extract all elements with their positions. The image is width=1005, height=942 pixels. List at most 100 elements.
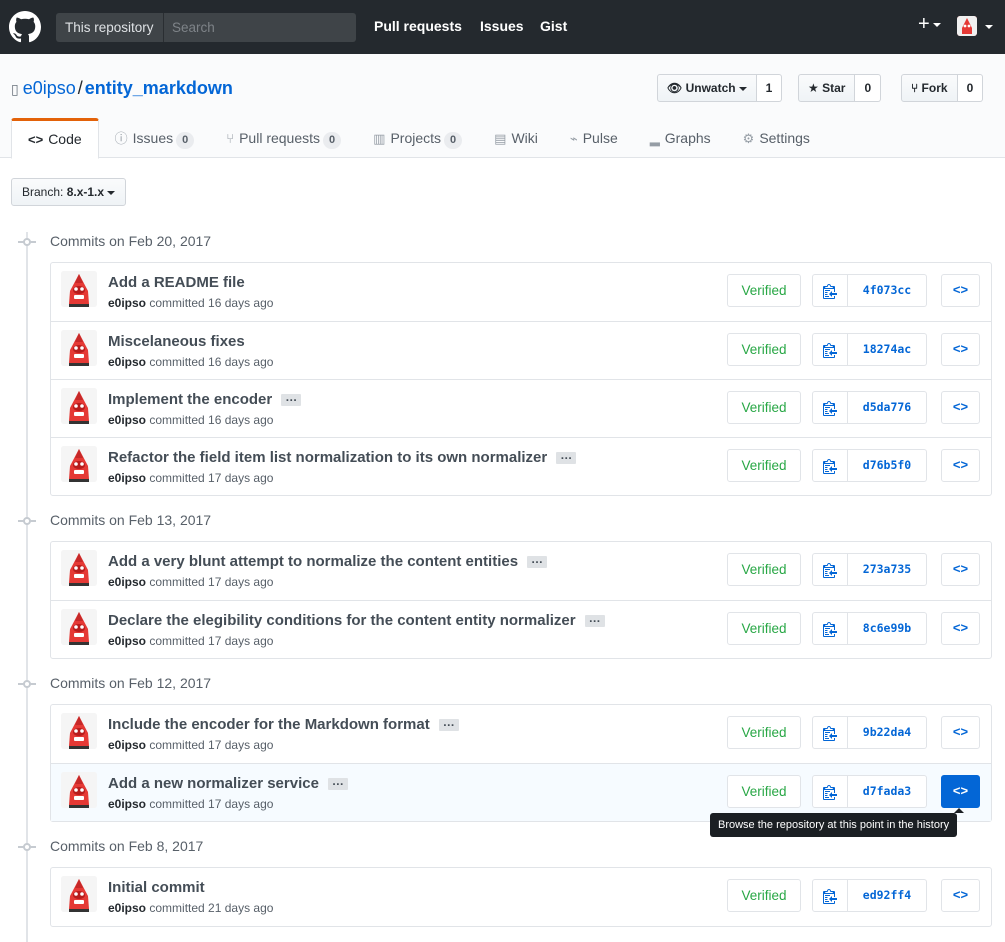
- expand-message-button[interactable]: …: [438, 716, 459, 732]
- tab-wiki[interactable]: ▤ Wiki: [478, 118, 554, 159]
- author-avatar[interactable]: [61, 271, 97, 307]
- commit-title-link[interactable]: Declare the elegibility conditions for t…: [108, 612, 576, 629]
- verified-badge[interactable]: Verified: [727, 553, 801, 586]
- star-button[interactable]: ★ Star: [798, 74, 856, 102]
- commit-author-link[interactable]: e0ipso: [108, 738, 146, 752]
- commit-title-link[interactable]: Implement the encoder: [108, 391, 272, 408]
- fork-button[interactable]: ⑂ Fork: [901, 74, 958, 102]
- commit-author-link[interactable]: e0ipso: [108, 296, 146, 310]
- commit-sha-link[interactable]: 273a735: [848, 553, 927, 586]
- tab-settings[interactable]: ⚙ Settings: [727, 118, 826, 159]
- sha-group: d76b5f0: [812, 449, 927, 482]
- branch-select-button[interactable]: Branch: 8.x-1.x: [11, 178, 127, 206]
- copy-sha-button[interactable]: [812, 333, 848, 366]
- commit-row: Initial commit e0ipso committed 21 days a…: [51, 868, 991, 926]
- tab-projects[interactable]: ▥ Projects 0: [357, 118, 478, 159]
- commit-sha-link[interactable]: d5da776: [848, 391, 927, 424]
- user-avatar[interactable]: [957, 16, 977, 36]
- commit-sha-link[interactable]: d76b5f0: [848, 449, 927, 482]
- commit-author-link[interactable]: e0ipso: [108, 471, 146, 485]
- expand-message-button[interactable]: …: [556, 449, 577, 465]
- copy-sha-button[interactable]: [812, 716, 848, 749]
- commit-title-link[interactable]: Miscelaneous fixes: [108, 333, 245, 350]
- expand-message-button[interactable]: …: [584, 612, 605, 628]
- commit-sha-link[interactable]: 18274ac: [848, 333, 927, 366]
- expand-message-button[interactable]: …: [281, 391, 302, 407]
- author-avatar[interactable]: [61, 772, 97, 808]
- tab-graphs[interactable]: ▂ Graphs: [634, 118, 727, 159]
- create-new-dropdown[interactable]: +: [918, 13, 941, 36]
- commit-author-link[interactable]: e0ipso: [108, 413, 146, 427]
- browse-code-button[interactable]: <>: [941, 553, 980, 586]
- repo-name-link[interactable]: entity_markdown: [85, 78, 233, 98]
- commit-sha-link[interactable]: 9b22da4: [848, 716, 927, 749]
- fork-count[interactable]: 0: [957, 74, 984, 102]
- commit-author-link[interactable]: e0ipso: [108, 355, 146, 369]
- commit-sha-link[interactable]: ed92ff4: [848, 879, 927, 912]
- star-count[interactable]: 0: [855, 74, 882, 102]
- commit-sha-link[interactable]: 4f073cc: [848, 274, 927, 307]
- repo-owner-link[interactable]: e0ipso: [23, 78, 76, 98]
- author-avatar[interactable]: [61, 876, 97, 912]
- copy-sha-button[interactable]: [812, 775, 848, 808]
- browse-code-button[interactable]: <>: [941, 879, 980, 912]
- verified-badge[interactable]: Verified: [727, 612, 801, 645]
- verified-badge[interactable]: Verified: [727, 449, 801, 482]
- clipboard-icon: [823, 784, 837, 800]
- verified-badge[interactable]: Verified: [727, 333, 801, 366]
- copy-sha-button[interactable]: [812, 879, 848, 912]
- copy-sha-button[interactable]: [812, 274, 848, 307]
- expand-message-button[interactable]: …: [327, 775, 348, 791]
- verified-badge[interactable]: Verified: [727, 391, 801, 424]
- chevron-down-icon: [738, 86, 747, 91]
- chevron-down-icon[interactable]: [985, 25, 993, 29]
- author-avatar[interactable]: [61, 713, 97, 749]
- verified-badge[interactable]: Verified: [727, 274, 801, 307]
- copy-sha-button[interactable]: [812, 449, 848, 482]
- browse-code-button[interactable]: <>: [941, 612, 980, 645]
- author-avatar[interactable]: [61, 330, 97, 366]
- author-avatar[interactable]: [61, 446, 97, 482]
- commit-author-link[interactable]: e0ipso: [108, 575, 146, 589]
- tab-pulse[interactable]: ⌁ Pulse: [554, 118, 634, 159]
- author-avatar[interactable]: [61, 388, 97, 424]
- commit-message: Implement the encoder …: [108, 391, 302, 408]
- commit-title-link[interactable]: Include the encoder for the Markdown for…: [108, 716, 430, 733]
- author-avatar[interactable]: [61, 609, 97, 645]
- github-logo-icon[interactable]: [9, 11, 41, 43]
- nav-issues[interactable]: Issues: [480, 18, 524, 34]
- verified-badge[interactable]: Verified: [727, 775, 801, 808]
- browse-code-button[interactable]: <>: [941, 333, 980, 366]
- commit-title-link[interactable]: Add a README file: [108, 274, 245, 291]
- watch-count[interactable]: 1: [756, 74, 783, 102]
- browse-code-button[interactable]: <>: [941, 775, 980, 808]
- browse-code-button[interactable]: <>: [941, 274, 980, 307]
- code-icon: <>: [952, 561, 969, 576]
- commit-sha-link[interactable]: 8c6e99b: [848, 612, 927, 645]
- browse-code-button[interactable]: <>: [941, 391, 980, 424]
- commit-title-link[interactable]: Add a very blunt attempt to normalize th…: [108, 553, 518, 570]
- commit-author-link[interactable]: e0ipso: [108, 797, 146, 811]
- verified-badge[interactable]: Verified: [727, 879, 801, 912]
- browse-code-button[interactable]: <>: [941, 716, 980, 749]
- copy-sha-button[interactable]: [812, 553, 848, 586]
- commit-title-link[interactable]: Initial commit: [108, 879, 205, 896]
- tab-code[interactable]: <> Code: [11, 118, 99, 159]
- copy-sha-button[interactable]: [812, 612, 848, 645]
- browse-code-button[interactable]: <>: [941, 449, 980, 482]
- commit-author-link[interactable]: e0ipso: [108, 634, 146, 648]
- copy-sha-button[interactable]: [812, 391, 848, 424]
- expand-message-button[interactable]: …: [527, 553, 548, 569]
- author-avatar[interactable]: [61, 550, 97, 586]
- tab-issues[interactable]: ⓘ Issues 0: [99, 118, 211, 159]
- nav-gist[interactable]: Gist: [540, 18, 567, 34]
- tab-pull-requests[interactable]: ⑂ Pull requests 0: [210, 118, 357, 159]
- nav-pull-requests[interactable]: Pull requests: [374, 18, 462, 34]
- commit-author-link[interactable]: e0ipso: [108, 901, 146, 915]
- verified-badge[interactable]: Verified: [727, 716, 801, 749]
- commit-title-link[interactable]: Add a new normalizer service: [108, 775, 319, 792]
- unwatch-button[interactable]: 👁︎ Unwatch: [657, 74, 757, 102]
- commit-sha-link[interactable]: d7fada3: [848, 775, 927, 808]
- search-input[interactable]: [164, 13, 356, 42]
- commit-title-link[interactable]: Refactor the field item list normalizati…: [108, 449, 547, 466]
